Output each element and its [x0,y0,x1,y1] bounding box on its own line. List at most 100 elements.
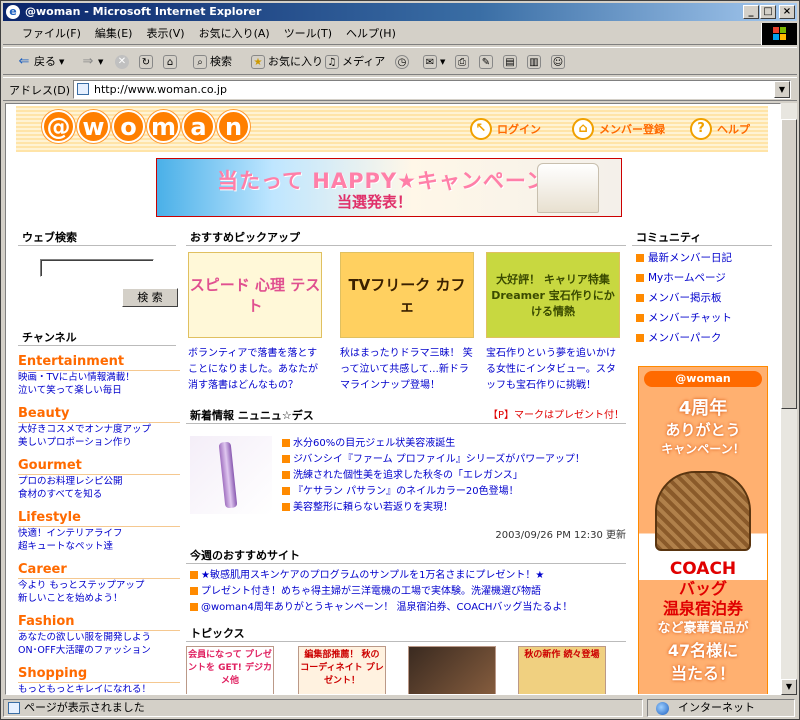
community-link[interactable]: Myホームページ [636,270,726,286]
site-item[interactable]: ★敏感肌用スキンケアのプログラムのサンプルを1万名さまにプレゼント！★ [190,568,544,583]
home-button[interactable]: ⌂ [163,53,177,71]
research-button[interactable]: ▥ [527,53,541,71]
address-input[interactable]: http://www.woman.co.jp ▼ [73,80,791,99]
news-item[interactable]: 水分60%の目元ジェル状美容液誕生 [282,436,622,451]
messenger-button[interactable]: ☺ [551,53,565,71]
pickup-caption[interactable]: 宝石作りという夢を追いかける女性にインタビュー。スタッフも宝石作りに挑戦！ [486,346,620,394]
vertical-scrollbar[interactable]: ▲ ▼ [781,103,797,695]
mail-button[interactable]: ✉ ▼ [423,53,445,71]
menu-favorites[interactable]: お気に入り(A) [192,23,277,45]
favorites-button[interactable]: ★ お気に入り [251,53,323,71]
channel-link[interactable]: 食材のすべてを知る [18,488,180,501]
community-link[interactable]: メンバー掲示板 [636,290,722,306]
globe-icon [656,702,669,715]
news-item[interactable]: 美容整形に頼らない若返りを実現！ [282,500,622,515]
channel-link[interactable]: 映画・TVに占い情報満載！ [18,371,180,384]
scroll-down-arrow[interactable]: ▼ [781,679,797,695]
zone-panel: インターネット [647,699,795,717]
channel-title[interactable]: Gourmet [18,458,180,475]
page-done-icon [8,702,20,714]
channel-shopping: Shopping もっともっとキレイになれる！ [18,666,180,694]
edit-button[interactable]: ✎ [479,53,493,71]
community-link[interactable]: メンバーチャット [636,310,732,326]
channel-link[interactable]: 美しいプロポーション作り [18,436,180,449]
channel-title[interactable]: Career [18,562,180,579]
channel-link[interactable]: 快適！インテリアライフ [18,527,180,540]
print-button[interactable]: ⎙ [455,53,469,71]
scroll-thumb[interactable] [781,119,797,409]
topics-heading: トピックス [186,626,626,642]
channel-link[interactable]: もっともっとキレイになれる！ [18,683,180,694]
menu-tools[interactable]: ツール(T) [277,23,339,45]
cosmetic-tube-icon [218,441,238,509]
forward-button[interactable]: ⇒ ▼ [81,53,104,71]
anniversary-ad[interactable]: @woman 4周年 ありがとう キャンペーン！ COACH バッグ 温泉宿泊券… [638,366,768,694]
channel-link[interactable]: 今より もっとステップアップ [18,579,180,592]
stop-button[interactable]: ✕ [115,53,129,71]
ad-anniversary: 4周年 [678,398,728,419]
channel-title[interactable]: Beauty [18,406,180,423]
community-link[interactable]: メンバーパーク [636,330,721,346]
channel-link[interactable]: 新しいことを始めよう！ [18,592,180,605]
campaign-banner[interactable]: 当たって HAPPY★キャンペーン 当選発表！ [156,158,622,217]
pickup-image-career: 大好評！ キャリア特集 Dreamer 宝石作りにかける情熱 [486,252,620,338]
news-item[interactable]: 『ケサラン パサラン』のネイルカラー20色登場！ [282,484,622,499]
channel-link[interactable]: あなたの欲しい服を開発しよう [18,631,180,644]
home-icon: ⌂ [163,55,177,69]
close-button[interactable]: × [779,5,795,19]
community-link[interactable]: 最新メンバー日記 [636,250,732,266]
site-logo[interactable]: @ w o m a n [42,110,250,143]
minimize-button[interactable]: _ [743,5,759,19]
back-button[interactable]: ⇐ 戻る ▼ [17,53,65,71]
search-button[interactable]: ⌕ 検索 [193,53,232,71]
pickup-caption[interactable]: ボランティアで落書を落とすことになりました。あなたが消す落書はどんなもの？ [188,346,322,394]
pickup-item[interactable]: TVフリーク カフェ 秋はまったりドラマ三昧！ 笑って泣いて共感して…新ドラマラ… [340,252,474,394]
menu-help[interactable]: ヘルプ(H) [339,23,403,45]
maximize-button[interactable]: □ [760,5,776,19]
help-link[interactable]: ? ヘルプ [690,118,750,140]
channel-link[interactable]: 超キュートなペット達 [18,540,180,553]
topic-image-new-items[interactable]: 秋の新作 続々登場 [518,646,606,694]
pickup-item[interactable]: 大好評！ キャリア特集 Dreamer 宝石作りにかける情熱 宝石作りという夢を… [486,252,620,394]
search-input[interactable] [40,259,154,277]
site-item[interactable]: @woman4周年ありがとうキャンペーン！ 温泉宿泊券、COACHバッグ当たるよ… [190,600,572,615]
topic-image-coordinate[interactable]: 編集部推薦！ 秋の コーディネイト プレゼント！ [298,646,386,694]
channel-title[interactable]: Fashion [18,614,180,631]
address-url: http://www.woman.co.jp [94,83,227,96]
menu-file[interactable]: ファイル(F) [15,23,88,45]
ad-campaign: キャンペーン！ [661,442,745,456]
logo-letter: a [182,110,215,143]
channel-link[interactable]: ON･OFF大活躍のファッション [18,644,180,657]
pickup-image-tv-cafe: TVフリーク カフェ [340,252,474,338]
channel-link[interactable]: 泣いて笑って楽しい毎日 [18,384,180,397]
register-link[interactable]: ⌂ メンバー登録 [572,118,665,140]
zone-text: インターネット [678,701,755,714]
coach-bag-image [655,471,751,551]
site-item[interactable]: プレゼント付き！めちゃ得主婦が三洋電機の工場で実体験。洗濯機選び物語 [190,584,541,599]
news-item[interactable]: ジバンシイ『ファーム プロファイル』シリーズがパワーアップ！ [282,452,622,467]
login-link[interactable]: ↖ ログイン [470,118,541,140]
channel-career: Career 今より もっとステップアップ 新しいことを始めよう！ [18,562,180,605]
channel-title[interactable]: Entertainment [18,354,180,371]
banner-subline: 当選発表！ [337,193,413,211]
channel-title[interactable]: Lifestyle [18,510,180,527]
research-icon: ▥ [527,55,541,69]
channel-title[interactable]: Shopping [18,666,180,683]
search-submit-button[interactable]: 検 索 [122,288,178,307]
pickup-item[interactable]: スピード 心理 テスト ボランティアで落書を落とすことになりました。あなたが消す… [188,252,322,394]
channel-link[interactable]: プロのお料理レシピ公開 [18,475,180,488]
refresh-button[interactable]: ↻ [139,53,153,71]
pickup-caption[interactable]: 秋はまったりドラマ三昧！ 笑って泣いて共感して…新ドラマラインナップ登場！ [340,346,474,394]
address-dropdown-arrow[interactable]: ▼ [774,81,790,98]
history-button[interactable]: ◷ [395,53,409,71]
topic-image-photo[interactable] [408,646,496,694]
media-button[interactable]: ♫ メディア [325,53,385,71]
menu-edit[interactable]: 編集(E) [88,23,140,45]
menu-view[interactable]: 表示(V) [139,23,191,45]
discuss-button[interactable]: ▤ [503,53,517,71]
news-item[interactable]: 洗練された個性美を追求した秋冬の「エレガンス」 [282,468,622,483]
browser-window: e @woman - Microsoft Internet Explorer _… [0,0,800,720]
channel-link[interactable]: 大好きコスメでオンナ度アップ [18,423,180,436]
topic-image-present[interactable]: 会員になって プレゼントを GET! デジカメ他 [186,646,274,694]
title-bar: e @woman - Microsoft Internet Explorer _… [3,3,797,21]
